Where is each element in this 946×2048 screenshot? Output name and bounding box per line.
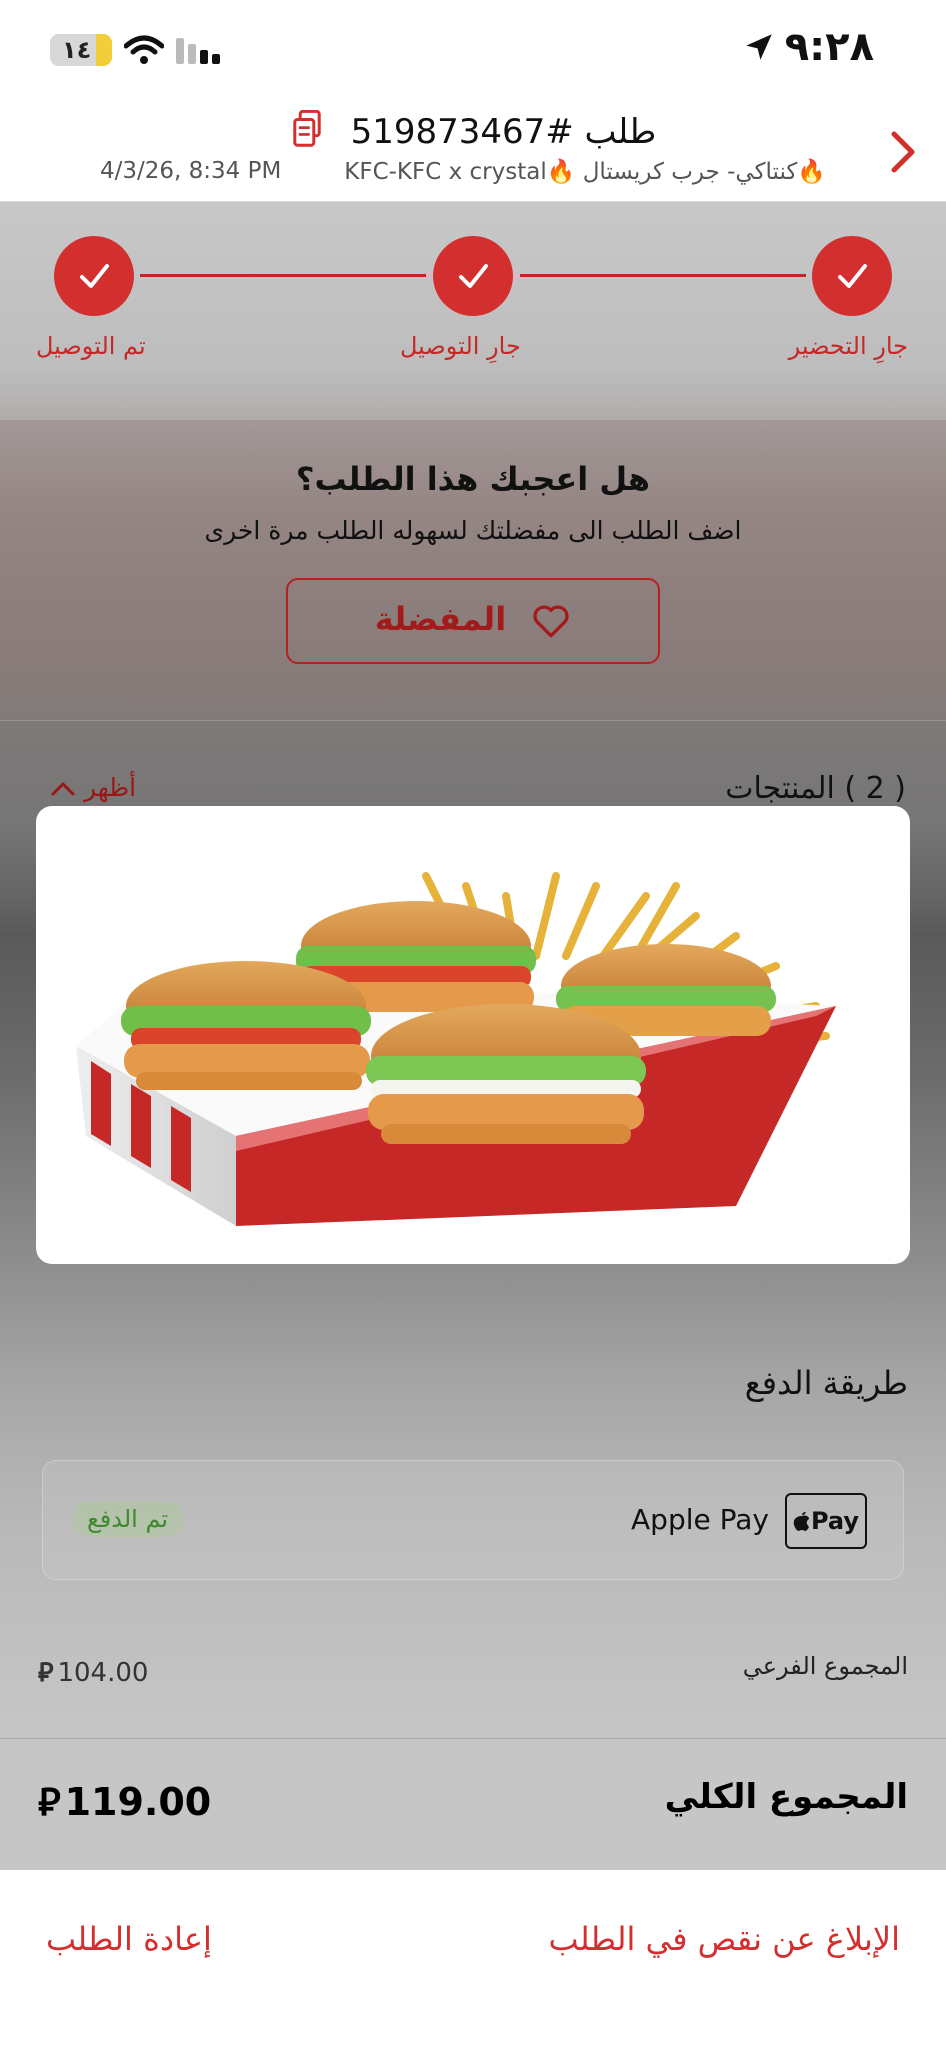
step-label-preparing: جارِ التحضير (788, 332, 908, 360)
subtotal-label: المجموع الفرعي (742, 1652, 908, 1680)
riyal-icon: ⃁ (38, 1780, 61, 1824)
order-header: طلب #519873467 4/3/26, 8:34 PM 🔥كنتاكي- … (0, 100, 946, 202)
favorite-question: هل اعجبك هذا الطلب؟ (295, 460, 651, 498)
favorite-subtitle: اضف الطلب الى مفضلتك لسهوله الطلب مرة اخ… (204, 516, 742, 545)
status-bar: ٩:٢٨ ١٤ (0, 0, 946, 100)
show-products-toggle[interactable]: أظهر (40, 773, 136, 802)
wifi-icon (123, 34, 165, 70)
favorite-button-label: المفضلة (374, 600, 507, 638)
footer-actions: الإبلاغ عن نقص في الطلب إعادة الطلب (0, 1870, 946, 2048)
cellular-signal-icon (176, 38, 220, 68)
heart-icon (533, 605, 569, 638)
step-connector (520, 274, 806, 277)
status-time: ٩:٢٨ (784, 24, 874, 70)
apple-pay-logo: Pay (785, 1493, 867, 1549)
step-check-icon (812, 236, 892, 316)
location-arrow-icon (742, 30, 776, 68)
step-check-icon (54, 236, 134, 316)
products-title: ( 2 ) المنتجات (725, 771, 906, 806)
step-connector (140, 274, 426, 277)
chevron-up-icon (51, 782, 75, 796)
step-label-delivering: جارِ التوصيل (400, 332, 521, 360)
order-title-row: طلب #519873467 (0, 109, 946, 157)
store-name: 🔥كنتاكي- جرب كريستال 🔥KFC-KFC x crystal (344, 159, 826, 185)
payment-method-title: طريقة الدفع (744, 1364, 908, 1402)
total-bar: المجموع الكلي ⃁ 119.00 (0, 1738, 946, 1870)
reorder-button[interactable]: إعادة الطلب (46, 1920, 212, 1958)
riyal-icon: ⃁ (38, 1658, 54, 1688)
page-title: طلب #519873467 (350, 112, 657, 152)
apple-icon (793, 1512, 809, 1531)
report-missing-items-button[interactable]: الإبلاغ عن نقص في الطلب (548, 1920, 900, 1958)
favorite-button-content: المفضلة (288, 600, 658, 639)
step-label-delivered: تم التوصيل (36, 332, 146, 360)
payment-method-name: Apple Pay (631, 1503, 769, 1536)
total-label: المجموع الكلي (664, 1777, 908, 1817)
payment-method-card: Pay Apple Pay تم الدفع (42, 1460, 904, 1580)
payment-status-badge: تم الدفع (71, 1501, 185, 1537)
step-check-icon (433, 236, 513, 316)
show-products-label: أظهر (83, 773, 137, 802)
battery-level: ١٤ (62, 36, 92, 64)
copy-icon[interactable] (290, 109, 324, 157)
subtotal-value: ⃁ 104.00 (38, 1658, 149, 1688)
battery-icon: ١٤ (50, 34, 112, 66)
meal-box-image (76, 872, 836, 1226)
total-value: ⃁ 119.00 (38, 1777, 211, 1826)
back-chevron-icon[interactable] (888, 130, 918, 178)
order-date: 4/3/26, 8:34 PM (100, 158, 282, 184)
order-progress-stepper: جارِ التحضير جارِ التوصيل تم التوصيل (0, 202, 946, 420)
product-image-popup[interactable] (36, 806, 910, 1264)
add-to-favorites-button[interactable]: المفضلة (286, 578, 660, 664)
